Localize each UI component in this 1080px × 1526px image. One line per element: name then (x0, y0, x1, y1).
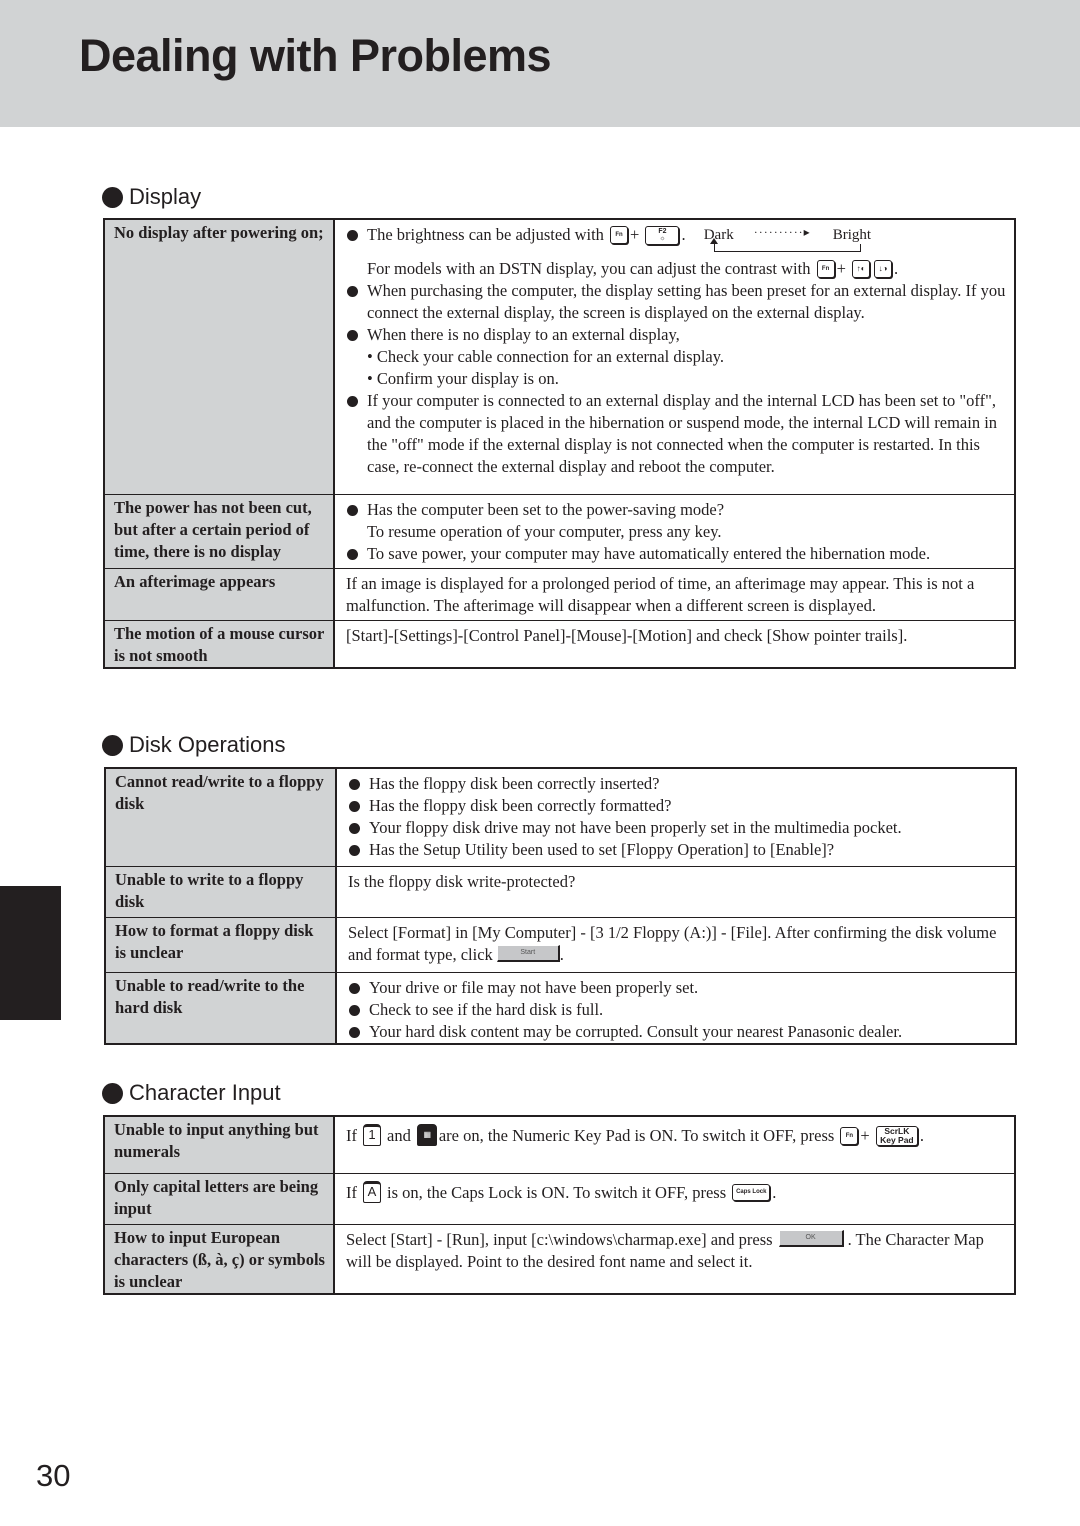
bullet: Has the floppy disk been correctly forma… (348, 795, 1007, 817)
scale-dark-label: Dark (703, 227, 734, 243)
problem-cell: Only capital letters are being input (104, 1172, 335, 1224)
disk-table: Cannot read/write to a floppy disk Has t… (104, 767, 1017, 1045)
scale-bright-label: Bright (832, 227, 872, 243)
bullet-dot-icon (102, 734, 123, 756)
numlock-indicator-icon: 1 (363, 1124, 381, 1147)
section-title: Disk Operations (129, 732, 286, 757)
brightness-scale-diagram: Dark ··········▸ Bright (703, 224, 879, 252)
bullet: Check to see if the hard disk is full. (348, 999, 1007, 1021)
table-row: The power has not been cut, but after a … (104, 493, 1015, 568)
page-number: 30 (36, 1458, 71, 1493)
problem-cell: The power has not been cut, but after a … (104, 493, 335, 568)
fn-key-icon: Fn (816, 260, 835, 279)
display-table: No display after powering on; The bright… (103, 218, 1016, 669)
solution-cell: If an image is displayed for a prolonged… (334, 567, 1015, 620)
table-row: The motion of a mouse cursor is not smoo… (104, 619, 1015, 668)
bullet: Has the Setup Utility been used to set [… (348, 839, 1007, 861)
bullet: Your hard disk content may be corrupted.… (348, 1021, 1007, 1043)
solution-cell: Has the floppy disk been correctly inser… (336, 768, 1016, 866)
section-title: Character Input (129, 1080, 281, 1105)
problem-cell: Cannot read/write to a floppy disk (105, 768, 337, 866)
ok-button-image: OK (778, 1230, 844, 1248)
bullet: Has the floppy disk been correctly inser… (348, 773, 1007, 795)
bullet-lcd-off: If your computer is connected to an exte… (346, 390, 1006, 478)
table-row: No display after powering on; The bright… (104, 219, 1015, 494)
solution-cell: The brightness can be adjusted with Fn + … (334, 219, 1015, 494)
f2-brightness-key-icon: F2 ☼ (645, 225, 680, 245)
solution-cell: [Start]-[Settings]-[Control Panel]-[Mous… (334, 619, 1015, 668)
table-row: Only capital letters are being input If A… (104, 1172, 1015, 1224)
loop-arrow-icon (709, 238, 861, 252)
caps-lock-key-icon: Caps Lock (732, 1184, 771, 1202)
fn-key-icon: Fn (840, 1127, 859, 1146)
solution-cell: If 1 and ▦ are on, the Numeric Key Pad is ON… (334, 1116, 1015, 1173)
table-row: Cannot read/write to a floppy disk Has t… (105, 768, 1016, 866)
table-row: Unable to write to a floppy disk Is the … (105, 865, 1016, 917)
bullet: Your drive or file may not have been pro… (348, 977, 1007, 999)
problem-cell: No display after powering on; (104, 219, 335, 494)
solution-cell: Select [Format] in [My Computer] - [3 1/… (336, 916, 1016, 972)
start-button-image: Start (496, 945, 560, 963)
solution-cell: Your drive or file may not have been pro… (336, 971, 1016, 1044)
character-input-table: Unable to input anything but numerals If… (103, 1115, 1016, 1295)
problem-cell: An afterimage appears (104, 567, 335, 620)
bullet: Has the computer been set to the power-s… (346, 499, 1006, 521)
solution-cell: Has the computer been set to the power-s… (334, 493, 1015, 568)
bullet-preset: When purchasing the computer, the displa… (346, 280, 1006, 324)
problem-cell: The motion of a mouse cursor is not smoo… (104, 619, 335, 668)
table-row: An afterimage appears If an image is dis… (104, 567, 1015, 620)
table-row: Unable to read/write to the hard disk Yo… (105, 971, 1016, 1044)
capslock-indicator-icon: A (363, 1180, 381, 1203)
keypad-indicator-icon: ▦ (416, 1124, 437, 1147)
contrast-down-key-icon: ↓◑ (874, 260, 893, 279)
solution-cell: If Ais on, the Caps Lock is ON. To switch… (334, 1172, 1015, 1224)
problem-cell: How to format a floppy disk is unclear (105, 916, 337, 972)
table-row: How to input European characters (ß, à, … (104, 1223, 1015, 1294)
bullet: To save power, your computer may have au… (346, 543, 1006, 565)
solution-cell: Select [Start] - [Run], input [c:\window… (334, 1223, 1015, 1294)
problem-cell: How to input European characters (ß, à, … (104, 1223, 335, 1294)
section-heading-disk: Disk Operations (102, 732, 286, 758)
page-title: Dealing with Problems (79, 30, 552, 81)
bullet-dot-icon (102, 186, 123, 208)
bullet-brightness: The brightness can be adjusted with Fn + … (346, 224, 1006, 258)
contrast-up-key-icon: ↑◐ (852, 260, 871, 279)
table-row: How to format a floppy disk is unclear S… (105, 916, 1016, 972)
scrlk-keypad-key-icon: ScrLK Key Pad (875, 1126, 918, 1147)
problem-cell: Unable to input anything but numerals (104, 1116, 335, 1173)
solution-cell: Is the floppy disk write-protected? (336, 865, 1016, 917)
bullet-no-display: When there is no display to an external … (346, 324, 1006, 346)
bullet: Your floppy disk drive may not have been… (348, 817, 1007, 839)
contrast-line: For models with an DSTN display, you can… (367, 259, 899, 279)
sub-item: • Check your cable connection for an ext… (367, 347, 725, 366)
bullet-dot-icon (102, 1082, 123, 1104)
section-title: Display (129, 184, 202, 209)
section-heading-display: Display (102, 184, 201, 210)
sub-item: • Confirm your display is on. (367, 369, 559, 388)
problem-cell: Unable to read/write to the hard disk (105, 971, 337, 1044)
section-heading-character-input: Character Input (102, 1080, 281, 1106)
scale-arrow-icon: ··········▸ (753, 225, 811, 239)
problem-cell: Unable to write to a floppy disk (105, 865, 337, 917)
table-row: Unable to input anything but numerals If… (104, 1116, 1015, 1173)
bullet-continuation: To resume operation of your computer, pr… (367, 521, 722, 541)
chapter-side-tab (0, 886, 61, 1020)
fn-key-icon: Fn (610, 226, 629, 245)
